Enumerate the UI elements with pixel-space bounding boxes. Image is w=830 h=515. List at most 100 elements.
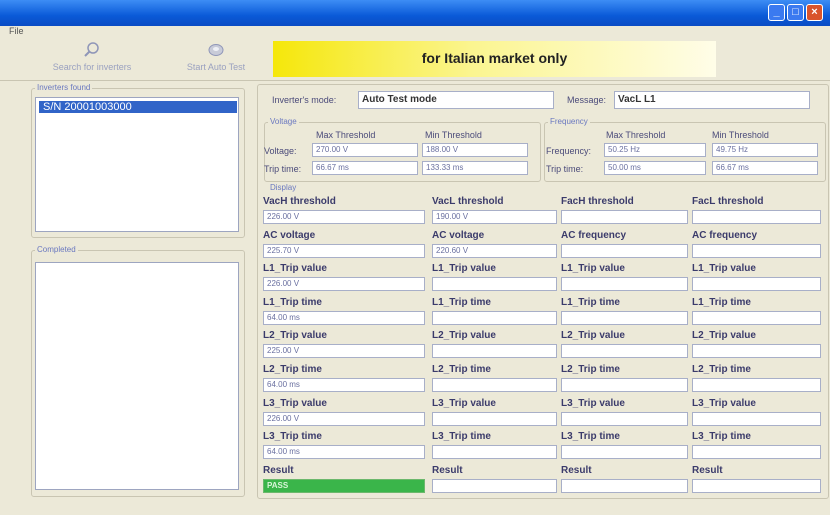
display-value-field xyxy=(432,412,557,426)
display-label: L1_Trip value xyxy=(432,263,496,274)
display-label: L2_Trip time xyxy=(263,364,322,375)
display-value-field: 190.00 V xyxy=(432,210,557,224)
voltage-max-header: Max Threshold xyxy=(316,130,376,140)
display-label: L1_Trip time xyxy=(561,297,620,308)
display-label: AC voltage xyxy=(432,230,485,241)
display-value-field: 225.70 V xyxy=(263,244,425,258)
market-banner: for Italian market only xyxy=(273,41,716,77)
completed-list[interactable] xyxy=(35,262,239,490)
display-label: VacH threshold xyxy=(263,196,336,207)
display-value-field: 226.00 V xyxy=(263,210,425,224)
display-value-field: 220.60 V xyxy=(432,244,557,258)
display-label: L2_Trip value xyxy=(432,330,496,341)
display-value-field xyxy=(561,378,688,392)
result-field xyxy=(432,479,557,493)
display-label: L2_Trip time xyxy=(561,364,620,375)
frequency-max-trip-field[interactable]: 50.00 ms xyxy=(604,161,706,175)
completed-title: Completed xyxy=(35,245,78,254)
display-value-field xyxy=(561,445,688,459)
search-inverters-label: Search for inverters xyxy=(52,62,132,72)
frequency-title: Frequency xyxy=(548,117,590,126)
display-label: AC voltage xyxy=(263,230,316,241)
display-value-field xyxy=(692,244,821,258)
inverters-found-title: Inverters found xyxy=(35,83,93,92)
display-label: Result xyxy=(561,465,592,476)
minimize-button[interactable]: _ xyxy=(768,4,785,21)
menu-bar: File xyxy=(0,26,830,38)
close-button[interactable]: × xyxy=(806,4,823,21)
display-label: L1_Trip value xyxy=(263,263,327,274)
voltage-max-trip-field[interactable]: 66.67 ms xyxy=(312,161,418,175)
display-label: L3_Trip time xyxy=(432,431,491,442)
display-value-field xyxy=(692,412,821,426)
frequency-max-field[interactable]: 50.25 Hz xyxy=(604,143,706,157)
display-label: L3_Trip value xyxy=(263,398,327,409)
inverter-mode-label: Inverter's mode: xyxy=(272,95,337,105)
display-value-field xyxy=(432,344,557,358)
frequency-max-header: Max Threshold xyxy=(606,130,666,140)
frequency-row-label: Frequency: xyxy=(546,146,592,156)
voltage-row-label: Voltage: xyxy=(264,146,297,156)
display-label: VacL threshold xyxy=(432,196,504,207)
display-value-field: 225.00 V xyxy=(263,344,425,358)
display-label: L2_Trip time xyxy=(692,364,751,375)
frequency-min-trip-field[interactable]: 66.67 ms xyxy=(712,161,818,175)
banner-text: for Italian market only xyxy=(421,50,568,66)
display-value-field xyxy=(561,412,688,426)
display-label: L3_Trip time xyxy=(692,431,751,442)
message-field: VacL L1 xyxy=(614,91,810,109)
display-value-field xyxy=(561,277,688,291)
display-value-field xyxy=(692,210,821,224)
display-label: AC frequency xyxy=(561,230,627,241)
display-value-field xyxy=(432,378,557,392)
display-label: L1_Trip value xyxy=(692,263,756,274)
display-value-field xyxy=(692,344,821,358)
display-label: L2_Trip time xyxy=(432,364,491,375)
voltage-trip-label: Trip time: xyxy=(264,164,302,174)
voltage-min-trip-field[interactable]: 133.33 ms xyxy=(422,161,528,175)
display-value-field xyxy=(692,445,821,459)
display-label: L3_Trip time xyxy=(263,431,322,442)
display-label: L2_Trip value xyxy=(263,330,327,341)
display-label: L3_Trip time xyxy=(561,431,620,442)
display-label: L3_Trip value xyxy=(692,398,756,409)
search-inverters-button[interactable]: Search for inverters xyxy=(28,41,156,72)
frequency-trip-label: Trip time: xyxy=(546,164,584,174)
display-label: L3_Trip value xyxy=(561,398,625,409)
display-value-field xyxy=(432,445,557,459)
voltage-min-field[interactable]: 188.00 V xyxy=(422,143,528,157)
display-label: L1_Trip time xyxy=(432,297,491,308)
result-field: PASS xyxy=(263,479,425,493)
display-value-field xyxy=(561,244,688,258)
maximize-button[interactable]: □ xyxy=(787,4,804,21)
start-auto-test-label: Start Auto Test xyxy=(186,62,246,72)
display-value-field xyxy=(561,344,688,358)
inverter-list-item[interactable]: S/N 20001003000 xyxy=(39,101,237,113)
display-value-field: 226.00 V xyxy=(263,277,425,291)
display-value-field xyxy=(432,311,557,325)
result-field xyxy=(561,479,688,493)
inverters-list[interactable]: S/N 20001003000 xyxy=(35,97,239,232)
display-label: L2_Trip value xyxy=(692,330,756,341)
start-auto-test-button[interactable]: Start Auto Test xyxy=(166,41,266,72)
display-label: L2_Trip value xyxy=(561,330,625,341)
display-value-field: 64.00 ms xyxy=(263,311,425,325)
frequency-min-header: Min Threshold xyxy=(712,130,769,140)
disc-icon xyxy=(208,44,224,56)
display-value-field xyxy=(692,311,821,325)
frequency-min-field[interactable]: 49.75 Hz xyxy=(712,143,818,157)
toolbar: Search for inverters Start Auto Test for… xyxy=(0,38,830,81)
display-title: Display xyxy=(268,183,299,192)
display-value-field xyxy=(692,378,821,392)
display-label: AC frequency xyxy=(692,230,758,241)
display-value-field xyxy=(561,210,688,224)
display-label: FacL threshold xyxy=(692,196,764,207)
inverter-mode-field: Auto Test mode xyxy=(358,91,554,109)
display-label: L1_Trip time xyxy=(263,297,322,308)
menu-file[interactable]: File xyxy=(9,26,24,36)
voltage-min-header: Min Threshold xyxy=(425,130,482,140)
display-value-field: 226.00 V xyxy=(263,412,425,426)
display-label: L3_Trip value xyxy=(432,398,496,409)
display-value-field xyxy=(561,311,688,325)
voltage-max-field[interactable]: 270.00 V xyxy=(312,143,418,157)
